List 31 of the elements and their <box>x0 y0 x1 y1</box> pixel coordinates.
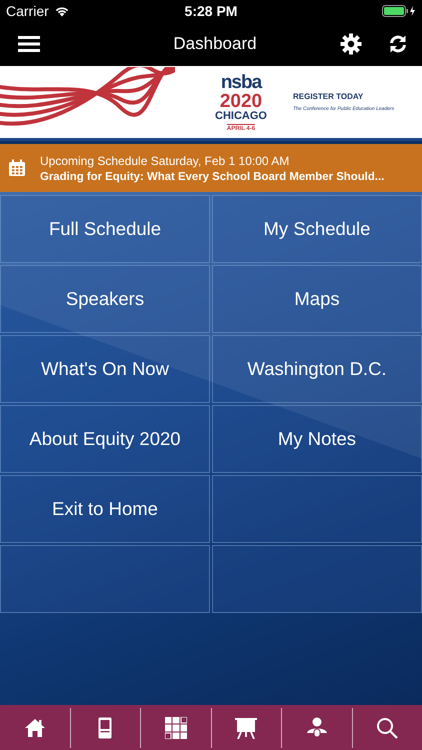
register-text: REGISTER TODAY <box>293 92 364 101</box>
menu-tile[interactable]: Speakers <box>0 265 210 333</box>
easel-icon <box>235 716 258 738</box>
menu-tile[interactable]: About Equity 2020 <box>0 405 210 473</box>
grid-icon <box>164 716 187 738</box>
status-time: 5:28 PM <box>184 3 238 19</box>
menu-tile[interactable]: What's On Now <box>0 335 210 403</box>
menu-tile[interactable]: Full Schedule <box>0 195 210 263</box>
carrier-name: Carrier <box>6 3 49 19</box>
upcoming-banner[interactable]: Upcoming Schedule Saturday, Feb 1 10:00 AM Grading for Equity: What Every School Board Member Should... <box>0 144 422 192</box>
logo-text: nsba <box>220 72 262 92</box>
menu-icon <box>18 36 40 52</box>
menu-tile[interactable]: Washington D.C. <box>212 335 422 403</box>
menu-tile[interactable]: My Notes <box>212 405 422 473</box>
logo-city: CHICAGO <box>215 110 267 122</box>
menu-tile[interactable]: Maps <box>212 265 422 333</box>
nav-title: Dashboard <box>172 34 258 54</box>
settings-icon <box>340 33 362 55</box>
menu-tile[interactable]: My Schedule <box>212 195 422 263</box>
menu-tile[interactable]: Exit to Home <box>0 475 210 543</box>
calendar-icon <box>8 159 26 177</box>
speaker-icon <box>306 716 328 738</box>
logo-year: 2020 <box>220 92 262 110</box>
kiosk-icon <box>98 716 112 738</box>
upcoming-heading: Upcoming Schedule Saturday, Feb 1 10:00 AM <box>40 154 290 168</box>
refresh-icon <box>388 34 408 54</box>
wifi-icon <box>54 5 70 17</box>
search-icon <box>376 716 398 738</box>
battery-icon <box>382 5 416 17</box>
session-title: Grading for Equity: What Every School Board Member Should... <box>40 170 384 182</box>
home-icon <box>24 718 46 738</box>
